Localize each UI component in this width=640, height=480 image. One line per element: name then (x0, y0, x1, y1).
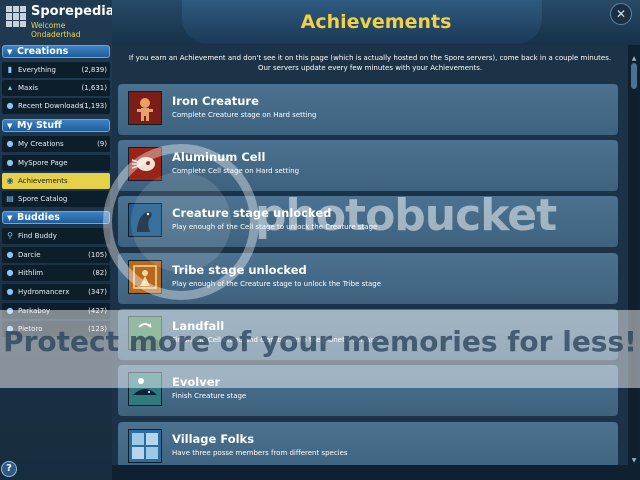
section-my-stuff[interactable]: ▼ My Stuff (2, 119, 110, 132)
notice-text: If you earn an Achievement and don't see… (112, 53, 628, 73)
person-icon: ● (6, 101, 14, 110)
sidebar-item-label: Maxis (18, 84, 39, 92)
sidebar-item-buddy-hydromancerx[interactable]: ● Hydromancerx (347) (2, 284, 110, 300)
achievement-icon: ◉ (6, 176, 14, 185)
achievement-description: Finish Creature stage (172, 392, 247, 400)
achievement-name: Iron Creature (172, 94, 259, 108)
help-button[interactable]: ? (1, 461, 17, 477)
person-icon: ● (6, 287, 14, 296)
achievement-description: Have three posse members from different … (172, 449, 348, 457)
achievement-description: Complete Creature stage on Hard setting (172, 111, 317, 119)
close-button[interactable]: ✕ (610, 3, 632, 25)
village-folks-icon (128, 429, 162, 463)
welcome-text: Welcome Ondaderthad (31, 21, 81, 39)
scroll-down-arrow-icon[interactable]: ▼ (630, 457, 638, 465)
sidebar-item-label: My Creations (18, 140, 64, 148)
catalog-icon: ▤ (6, 194, 14, 203)
sidebar-item-count: (105) (88, 251, 107, 259)
sidebar: SporepediaTM Welcome Ondaderthad ▼ Creat… (0, 0, 126, 480)
achievement-card[interactable]: Village Folks Have three posse members f… (118, 422, 618, 465)
sporepedia-grid-icon (6, 6, 27, 27)
section-label: Creations (17, 46, 69, 57)
collapse-arrow-icon: ▼ (7, 122, 13, 130)
achievement-name: Village Folks (172, 432, 255, 446)
section-label: My Stuff (17, 120, 62, 131)
person-icon: ● (6, 250, 14, 259)
sidebar-item-recent-downloads[interactable]: ● Recent Downloads (1,193) (2, 98, 110, 114)
sidebar-item-label: MySpore Page (18, 159, 68, 167)
bottom-bar (112, 465, 640, 480)
sidebar-item-my-creations[interactable]: ● My Creations (9) (2, 136, 110, 152)
scrollbar[interactable]: ▲ ▼ (630, 55, 638, 465)
section-label: Buddies (17, 212, 60, 223)
person-icon: ● (6, 139, 14, 148)
notice-line-1: If you earn an Achievement and don't see… (128, 54, 612, 62)
sidebar-item-label: Hithlim (18, 269, 44, 277)
sidebar-item-count: (2,839) (81, 66, 107, 74)
sidebar-item-maxis[interactable]: ▴ Maxis (1,631) (2, 80, 110, 96)
sidebar-item-achievements[interactable]: ◉ Achievements (2, 173, 110, 189)
maxis-icon: ▴ (7, 83, 12, 92)
sidebar-item-everything[interactable]: ▮ Everything (2,839) (2, 62, 110, 78)
sidebar-item-label: Everything (18, 66, 56, 74)
collapse-arrow-icon: ▼ (7, 214, 13, 222)
sidebar-item-spore-catalog[interactable]: ▤ Spore Catalog (2, 191, 110, 207)
sidebar-item-myspore-page[interactable]: ● MySpore Page (2, 155, 110, 171)
notice-line-2: Our servers update every few minutes wit… (257, 64, 483, 72)
scroll-up-arrow-icon[interactable]: ▲ (630, 55, 638, 63)
watermark-lens-icon (131, 172, 231, 272)
sidebar-item-label: Achievements (18, 177, 68, 185)
iron-creature-icon (128, 91, 162, 125)
sidebar-item-count: (82) (92, 269, 107, 277)
sidebar-item-count: (1,631) (81, 84, 107, 92)
page-title: Achievements (300, 11, 452, 33)
sidebar-item-label: Hydromancerx (18, 288, 70, 296)
collapse-arrow-icon: ▼ (7, 48, 13, 56)
section-creations[interactable]: ▼ Creations (2, 45, 110, 58)
scroll-thumb[interactable] (631, 63, 637, 89)
achievement-card[interactable]: Iron Creature Complete Creature stage on… (118, 84, 618, 135)
watermark-brand: photobucket (255, 190, 557, 241)
monitor-icon: ▮ (7, 65, 13, 74)
watermark-protect-text: Protect more of your memories for less! (3, 325, 637, 358)
sidebar-item-label: Recent Downloads (18, 102, 83, 110)
sidebar-item-count: (1,193) (81, 102, 107, 110)
sidebar-item-label: Spore Catalog (18, 195, 68, 203)
search-icon: ⚲ (7, 231, 13, 240)
sidebar-item-label: Find Buddy (18, 232, 57, 240)
person-icon: ● (6, 158, 14, 167)
sidebar-item-count: (9) (97, 140, 107, 148)
person-icon: ● (6, 268, 14, 277)
section-buddies[interactable]: ▼ Buddies (2, 211, 110, 224)
sidebar-item-buddy-hithlim[interactable]: ● Hithlim (82) (2, 265, 110, 281)
sidebar-item-label: Darcie (18, 251, 41, 259)
sporepedia-logo: SporepediaTM Welcome Ondaderthad (0, 0, 126, 39)
sidebar-item-find-buddy[interactable]: ⚲ Find Buddy (2, 228, 110, 244)
sidebar-item-buddy-darcie[interactable]: ● Darcie (105) (2, 247, 110, 263)
sidebar-item-count: (347) (88, 288, 107, 296)
header: Achievements (112, 0, 640, 45)
